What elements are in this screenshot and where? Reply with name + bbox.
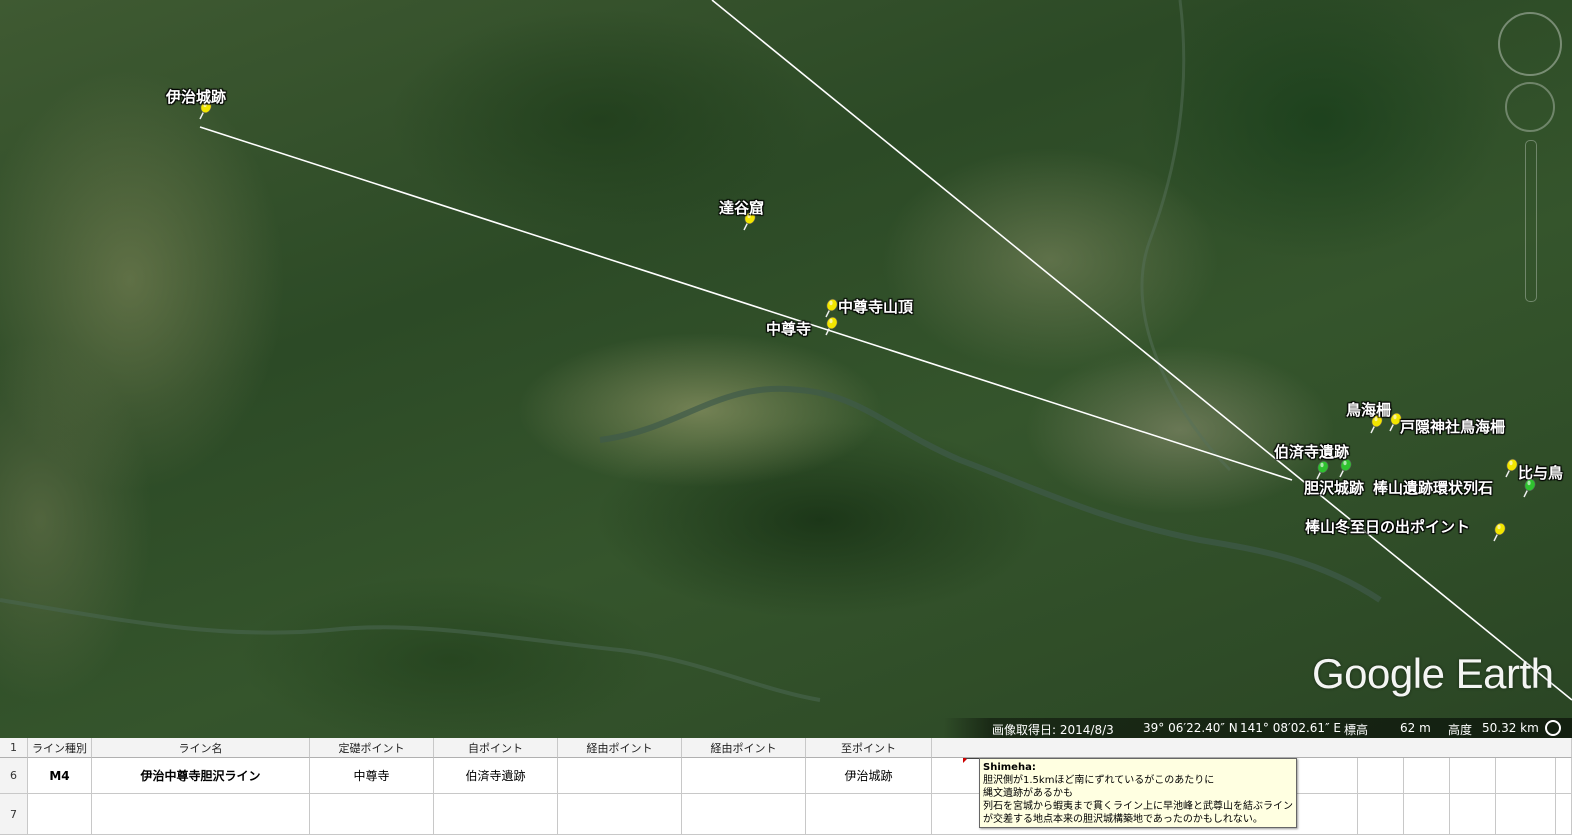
- placemark-label-bouyama-stones[interactable]: 棒山遺跡環状列石: [1373, 477, 1493, 498]
- placemark-label-chusonji-summit[interactable]: 中尊寺山頂: [838, 296, 913, 317]
- column-header[interactable]: 至ポイント: [806, 738, 932, 758]
- table-cell[interactable]: 伊治城跡: [806, 758, 932, 794]
- altitude-label: 高度: [1448, 723, 1473, 737]
- google-earth-watermark: Google Earth: [1312, 650, 1554, 697]
- comment-line: 縄文遺跡があるかも: [983, 788, 1073, 799]
- alignment-line-iji-isawa: [199, 126, 1293, 481]
- grid-column: [1312, 758, 1358, 835]
- altitude-value: 50.32 km: [1482, 721, 1539, 735]
- pushpin-icon[interactable]: [822, 316, 838, 336]
- table-cell[interactable]: [682, 758, 806, 794]
- column-header[interactable]: 自ポイント: [434, 738, 558, 758]
- pushpin-icon[interactable]: [1520, 478, 1536, 498]
- map-status-bar: 画像取得日: 2014/8/3 39° 06′22.40″ N 141° 08′…: [0, 718, 1572, 738]
- comment-connector: [966, 758, 980, 759]
- grid-column: [1404, 758, 1450, 835]
- column-header[interactable]: 経由ポイント: [558, 738, 682, 758]
- table-cell[interactable]: 伊治中尊寺胆沢ライン: [92, 758, 310, 794]
- grid-column: [1450, 758, 1496, 835]
- alignment-line-diagonal: [711, 0, 1572, 701]
- pushpin-icon[interactable]: [1502, 458, 1518, 478]
- pushpin-icon[interactable]: [1490, 522, 1506, 542]
- table-cell[interactable]: [434, 794, 558, 835]
- placemark-label-chusonji[interactable]: 中尊寺: [766, 318, 811, 339]
- column-header[interactable]: ライン種別: [28, 738, 92, 758]
- table-cell[interactable]: [92, 794, 310, 835]
- table-cell[interactable]: [806, 794, 932, 835]
- map-overlay: [0, 0, 1572, 702]
- image-date: 画像取得日: 2014/8/3: [992, 723, 1114, 737]
- column-header[interactable]: 経由ポイント: [682, 738, 806, 758]
- placemark-label-kudara-ji[interactable]: 伯済寺遺跡: [1274, 441, 1349, 462]
- placemark-label-togakushi-shrine[interactable]: 戸隠神社鳥海柵: [1400, 416, 1505, 437]
- table-cell[interactable]: 伯済寺遺跡: [434, 758, 558, 794]
- placemark-label-takkoku-cave[interactable]: 達谷窟: [719, 197, 764, 218]
- elevation-value: 62 m: [1400, 721, 1431, 735]
- latitude-readout: 39° 06′22.40″ N: [1143, 721, 1238, 735]
- river-iwai: [0, 598, 821, 702]
- column-header[interactable]: ライン名: [92, 738, 310, 758]
- placemark-label-bouyama-sunrise[interactable]: 棒山冬至日の出ポイント: [1305, 516, 1470, 537]
- row-number[interactable]: 7: [0, 794, 28, 835]
- placemark-label-isawa-castle[interactable]: 胆沢城跡: [1304, 477, 1364, 498]
- table-cell[interactable]: [558, 794, 682, 835]
- look-joystick-control[interactable]: [1505, 82, 1555, 132]
- placemark-label-iji-castle[interactable]: 伊治城跡: [166, 86, 226, 107]
- streaming-status-icon: [1545, 720, 1561, 736]
- row-number[interactable]: 6: [0, 758, 28, 794]
- comment-line: が交差する地点本来の胆沢城構築地であったのかもしれない。: [983, 814, 1263, 825]
- table-cell[interactable]: [682, 794, 806, 835]
- river-isawa: [1140, 0, 1232, 472]
- comment-line: 列石を宮城から蝦夷まで貫くライン上に早池峰と武尊山を結ぶライン: [983, 801, 1293, 812]
- comment-author: Shimeha:: [983, 762, 1036, 773]
- table-cell[interactable]: [28, 794, 92, 835]
- spreadsheet: 1 ライン種別 ライン名 定礎ポイント 自ポイント 経由ポイント 経由ポイント …: [0, 738, 1572, 835]
- column-header[interactable]: 定礎ポイント: [310, 738, 434, 758]
- grid-column: [1358, 758, 1404, 835]
- cell-comment[interactable]: Shimeha: 胆沢側が1.5kmほど南にずれているがこのあたりに 縄文遺跡が…: [979, 758, 1297, 828]
- satellite-map[interactable]: 伊治城跡 達谷窟 中尊寺山頂 中尊寺 鳥海柵 戸隠神社鳥海柵 伯済寺遺跡 比与鳥 胆沢城跡 棒山遺…: [0, 0, 1572, 738]
- placemark-label-torinomi-saku[interactable]: 鳥海柵: [1346, 399, 1391, 420]
- longitude-readout: 141° 08′02.61″ E: [1240, 721, 1341, 735]
- table-cell[interactable]: [558, 758, 682, 794]
- table-cell[interactable]: M4: [28, 758, 92, 794]
- column-header-empty[interactable]: [932, 738, 1572, 758]
- grid-column: [1496, 758, 1556, 835]
- comment-line: 胆沢側が1.5kmほど南にずれているがこのあたりに: [983, 775, 1215, 786]
- pushpin-icon[interactable]: [822, 298, 838, 318]
- table-cell[interactable]: [310, 794, 434, 835]
- elevation-label: 標高: [1344, 723, 1369, 737]
- zoom-slider[interactable]: [1525, 140, 1537, 302]
- compass-control[interactable]: [1498, 12, 1562, 76]
- row-number[interactable]: 1: [0, 738, 28, 758]
- river-kitakami: [599, 385, 1382, 603]
- table-cell[interactable]: 中尊寺: [310, 758, 434, 794]
